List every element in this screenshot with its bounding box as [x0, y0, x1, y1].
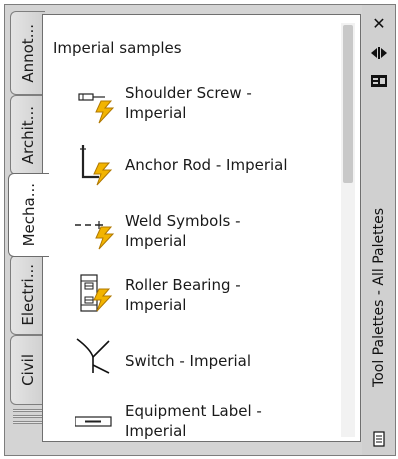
properties-icon [371, 75, 387, 87]
stacked-tabs-indicator [13, 415, 45, 418]
tool-label-line: Imperial [125, 104, 187, 122]
tool-label: Shoulder Screw - Imperial [125, 83, 252, 123]
palette-titlebar[interactable]: ✕ Tool Palettes - All Palettes [362, 5, 395, 455]
tool-label-line: Imperial [125, 422, 187, 440]
palette-title-text: Tool Palettes - All Palettes [371, 208, 387, 387]
tool-label: Weld Symbols - Imperial [125, 211, 241, 251]
tool-label-line: Equipment Label - [125, 402, 262, 420]
autohide-icon [371, 47, 387, 59]
switch-icon [76, 338, 110, 374]
tab-annotation[interactable]: Annot... [10, 11, 45, 95]
tool-label: Roller Bearing - Imperial [125, 275, 241, 315]
tool-weld-symbols[interactable]: Weld Symbols - Imperial [43, 207, 339, 267]
palette-menu-button[interactable] [368, 429, 390, 449]
shoulder-screw-icon [78, 93, 115, 124]
tool-label-line: Imperial [125, 232, 187, 250]
tool-roller-bearing[interactable]: Roller Bearing - Imperial [43, 271, 339, 331]
palette-tabs: Annot... Archit... Mecha... Electri... C… [5, 9, 49, 434]
stacked-tabs-indicator [13, 421, 45, 424]
tab-electrical[interactable]: Electri... [10, 255, 45, 335]
tool-shoulder-screw[interactable]: Shoulder Screw - Imperial [43, 81, 339, 141]
tab-mechanical[interactable]: Mecha... [8, 173, 49, 257]
close-button[interactable]: ✕ [368, 13, 390, 33]
tab-label: Archit... [19, 105, 37, 165]
palette-icon [373, 431, 385, 447]
close-icon: ✕ [372, 13, 386, 33]
tab-label: Electri... [19, 264, 37, 326]
equipment-label-icon [75, 416, 112, 427]
tool-switch[interactable]: Switch - Imperial [43, 335, 339, 395]
palette-title: Tool Palettes - All Palettes [366, 175, 392, 420]
tool-label-line: Switch - Imperial [125, 352, 252, 370]
weld-symbols-icon [75, 221, 115, 250]
properties-button[interactable] [368, 71, 390, 91]
tool-label-line: Weld Symbols - [125, 212, 241, 230]
roller-bearing-icon [80, 274, 113, 312]
tool-label: Equipment Label - Imperial [125, 401, 262, 441]
section-title: Imperial samples [53, 39, 182, 57]
vertical-scrollbar[interactable] [341, 23, 355, 437]
tool-label-line: Roller Bearing - [125, 276, 241, 294]
tool-label: Anchor Rod - Imperial [125, 155, 288, 175]
tool-label-line: Shoulder Screw - [125, 84, 252, 102]
tool-label: Switch - Imperial [125, 351, 251, 371]
tab-label: Civil [19, 354, 37, 386]
stacked-tabs-indicator [13, 409, 45, 412]
tab-architectural[interactable]: Archit... [10, 95, 45, 175]
tool-palette-window: Annot... Archit... Mecha... Electri... C… [0, 0, 398, 459]
anchor-rod-icon [80, 145, 113, 186]
palette-content: Imperial samples Shoulder Screw - Imperi… [42, 14, 361, 442]
tool-label-line: Anchor Rod - Imperial [125, 156, 288, 174]
tab-label: Annot... [19, 23, 37, 83]
tab-civil[interactable]: Civil [10, 335, 45, 405]
autohide-button[interactable] [368, 43, 390, 63]
tab-label: Mecha... [20, 183, 38, 247]
tool-anchor-rod[interactable]: Anchor Rod - Imperial [43, 141, 339, 201]
tool-equipment-label[interactable]: Equipment Label - Imperial [43, 399, 339, 459]
tool-label-line: Imperial [125, 296, 187, 314]
scroll-thumb[interactable] [343, 25, 353, 183]
